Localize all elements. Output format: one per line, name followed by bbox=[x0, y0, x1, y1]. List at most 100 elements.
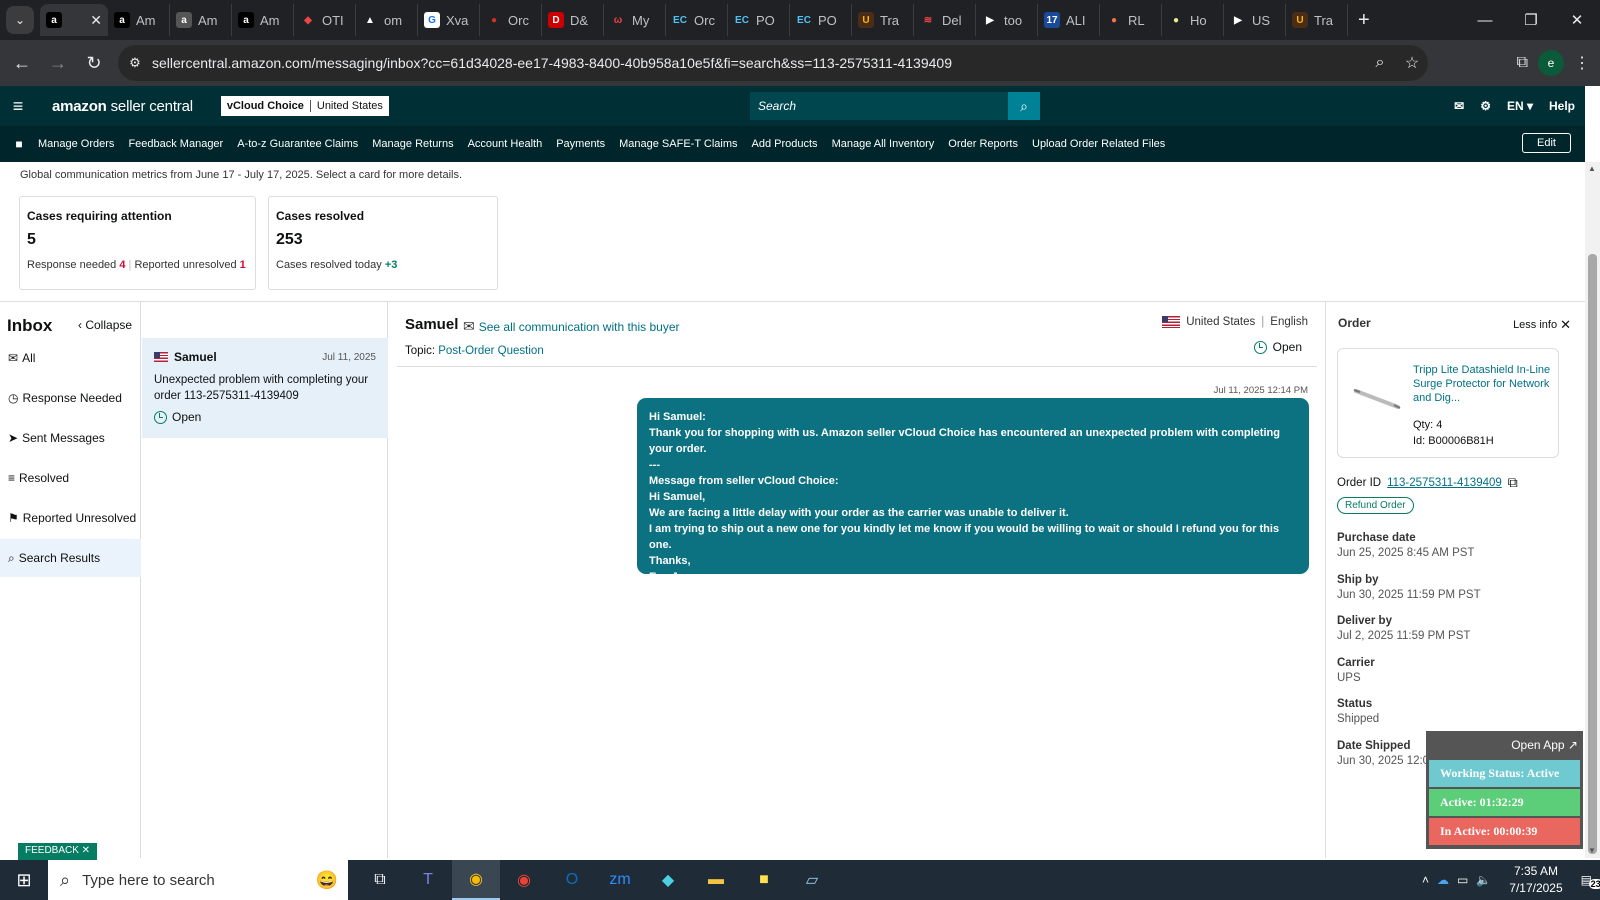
browser-tab[interactable]: ◆ OTI bbox=[294, 4, 356, 36]
settings-gear-icon[interactable]: ⚙ bbox=[1480, 99, 1491, 113]
onedrive-icon[interactable]: ☁ bbox=[1437, 873, 1449, 887]
collapse-button[interactable]: ‹ Collapse bbox=[78, 318, 132, 332]
browser-tab[interactable]: a Am bbox=[108, 4, 170, 36]
order-id-link[interactable]: 113-2575311-4139409 bbox=[1387, 477, 1502, 489]
zoom-app-icon[interactable]: zm bbox=[596, 860, 644, 900]
nav-link[interactable]: Manage All Inventory bbox=[832, 138, 935, 150]
inbox-folder[interactable]: ◷ Response Needed bbox=[0, 379, 141, 417]
nav-link[interactable]: Add Products bbox=[752, 138, 818, 150]
extensions-icon[interactable]: ⧉ bbox=[1517, 54, 1528, 72]
browser-tab[interactable]: a ✕ bbox=[40, 4, 108, 36]
browser-tab[interactable]: ▲ om bbox=[356, 4, 418, 36]
product-title-link[interactable]: Tripp Lite Datashield In-Line Surge Prot… bbox=[1413, 363, 1553, 405]
topic-link[interactable]: Post-Order Question bbox=[438, 345, 543, 357]
inbox-folder[interactable]: ➤ Sent Messages bbox=[0, 419, 141, 457]
new-tab-button[interactable]: + bbox=[1358, 9, 1370, 32]
header-search-input[interactable] bbox=[750, 92, 1008, 120]
browser-tab[interactable]: U Tra bbox=[1286, 4, 1348, 36]
task-view-icon[interactable]: ⧉ bbox=[356, 860, 404, 900]
browser-tab[interactable]: EC Orc bbox=[666, 4, 728, 36]
nav-link[interactable]: A-to-z Guarantee Claims bbox=[237, 138, 358, 150]
language-selector[interactable]: EN ▾ bbox=[1507, 99, 1533, 113]
inbox-folder[interactable]: ✉ All bbox=[0, 339, 141, 377]
less-info-button[interactable]: Less info ✕ bbox=[1513, 317, 1571, 333]
see-all-communication-link[interactable]: ✉ See all communication with this buyer bbox=[463, 318, 680, 335]
restore-icon[interactable]: ❐ bbox=[1508, 0, 1554, 40]
browser-tab[interactable]: U Tra bbox=[852, 4, 914, 36]
minimize-icon[interactable]: — bbox=[1462, 0, 1508, 40]
inbox-folder[interactable]: ⌕ Search Results bbox=[0, 539, 141, 577]
browser-tab[interactable]: EC PO bbox=[728, 4, 790, 36]
browser-tab[interactable]: ● Ho bbox=[1162, 4, 1224, 36]
browser-tab[interactable]: ▶ too bbox=[976, 4, 1038, 36]
windows-start-icon[interactable]: ⊞ bbox=[0, 870, 48, 891]
volume-icon[interactable]: 🔈 bbox=[1476, 873, 1491, 887]
tab-search-button[interactable]: ⌄ bbox=[6, 6, 34, 34]
hamburger-menu-icon[interactable]: ≡ bbox=[0, 96, 36, 117]
card-cases-resolved[interactable]: Cases resolved 253 Cases resolved today … bbox=[268, 196, 498, 290]
notepad-icon[interactable]: ▱ bbox=[788, 860, 836, 900]
scroll-up-icon[interactable]: ▲ bbox=[1588, 164, 1596, 173]
refund-order-button[interactable]: Refund Order bbox=[1337, 497, 1414, 514]
browser-tab[interactable]: EC PO bbox=[790, 4, 852, 36]
sticky-notes-icon[interactable]: ■ bbox=[740, 860, 788, 900]
browser-menu-icon[interactable]: ⋮ bbox=[1574, 53, 1590, 73]
close-window-icon[interactable]: ✕ bbox=[1554, 0, 1600, 40]
nav-link[interactable]: Payments bbox=[556, 138, 605, 150]
taskbar-clock[interactable]: 7:35 AM 7/17/2025 bbox=[1509, 863, 1562, 897]
browser-tab[interactable]: ω My bbox=[604, 4, 666, 36]
bookmark-star-icon[interactable]: ☆ bbox=[1396, 53, 1428, 73]
browser-tab[interactable]: ● RL bbox=[1100, 4, 1162, 36]
browser-tab[interactable]: 17 ALI bbox=[1038, 4, 1100, 36]
nav-link[interactable]: Manage SAFE-T Claims bbox=[619, 138, 737, 150]
nav-link[interactable]: Upload Order Related Files bbox=[1032, 138, 1165, 150]
notifications-icon[interactable]: ▤ 23 bbox=[1581, 873, 1600, 889]
help-link[interactable]: Help bbox=[1549, 99, 1575, 113]
network-icon[interactable]: ▭ bbox=[1457, 873, 1468, 887]
copy-icon[interactable]: ⧉ bbox=[1508, 474, 1518, 491]
browser-tab[interactable]: ≋ Del bbox=[914, 4, 976, 36]
tray-overflow-icon[interactable]: ˄ bbox=[1422, 873, 1429, 887]
conversation-item[interactable]: Samuel Jul 11, 2025 Unexpected problem w… bbox=[142, 338, 388, 438]
open-app-button[interactable]: Open App ↗ bbox=[1429, 734, 1580, 758]
kiro-icon[interactable]: ◆ bbox=[644, 860, 692, 900]
seller-central-logo[interactable]: amazon seller central bbox=[52, 98, 193, 115]
back-icon[interactable]: ← bbox=[4, 53, 40, 74]
browser-tab[interactable]: D D& bbox=[542, 4, 604, 36]
inbox-folder[interactable]: ≡ Resolved bbox=[0, 459, 141, 497]
account-switcher[interactable]: vCloud Choice United States bbox=[220, 96, 389, 116]
scroll-thumb[interactable] bbox=[1588, 254, 1597, 854]
browser-tab[interactable]: a Am bbox=[170, 4, 232, 36]
zoom-icon[interactable]: ⌕ bbox=[1364, 54, 1396, 72]
reload-icon[interactable]: ↻ bbox=[76, 53, 112, 74]
taskbar-search[interactable]: ⌕ Type here to search 😄 bbox=[48, 860, 348, 900]
feedback-button[interactable]: FEEDBACK ✕ bbox=[18, 843, 98, 860]
nav-link[interactable]: Feedback Manager bbox=[128, 138, 223, 150]
close-tab-icon[interactable]: ✕ bbox=[90, 12, 102, 29]
nav-link[interactable]: Manage Orders bbox=[38, 138, 114, 150]
mail-icon[interactable]: ✉ bbox=[1454, 99, 1464, 113]
teams-icon[interactable]: T bbox=[404, 860, 452, 900]
nav-link[interactable]: Order Reports bbox=[948, 138, 1018, 150]
inbox-folder[interactable]: ⚑ Reported Unresolved bbox=[0, 499, 141, 537]
search-icon[interactable]: ⌕ bbox=[1008, 92, 1040, 120]
forward-icon[interactable]: → bbox=[40, 53, 76, 74]
scroll-down-icon[interactable]: ▼ bbox=[1588, 846, 1596, 855]
browser-tab[interactable]: ● Orc bbox=[480, 4, 542, 36]
browser-tab[interactable]: a Am bbox=[232, 4, 294, 36]
outlook-icon[interactable]: O bbox=[548, 860, 596, 900]
site-info-icon[interactable]: ⚙ bbox=[118, 55, 152, 71]
file-explorer-icon[interactable]: ▬ bbox=[692, 860, 740, 900]
nav-link[interactable]: Account Health bbox=[468, 138, 543, 150]
page-scrollbar[interactable]: ▲ ▼ bbox=[1585, 162, 1600, 858]
address-bar[interactable]: ⚙ sellercentral.amazon.com/messaging/inb… bbox=[118, 45, 1428, 81]
chrome-icon[interactable]: ◉ bbox=[452, 860, 500, 900]
nav-link[interactable]: Manage Returns bbox=[372, 138, 453, 150]
profile-avatar[interactable]: e bbox=[1538, 50, 1564, 76]
card-cases-attention[interactable]: Cases requiring attention 5 Response nee… bbox=[19, 196, 256, 290]
browser-tab[interactable]: G Xva bbox=[418, 4, 480, 36]
edit-nav-button[interactable]: Edit bbox=[1522, 133, 1571, 153]
chrome-profile-icon[interactable]: ◉ bbox=[500, 860, 548, 900]
browser-tab[interactable]: ▶ US bbox=[1224, 4, 1286, 36]
bookmark-icon[interactable]: ■ bbox=[0, 137, 38, 151]
